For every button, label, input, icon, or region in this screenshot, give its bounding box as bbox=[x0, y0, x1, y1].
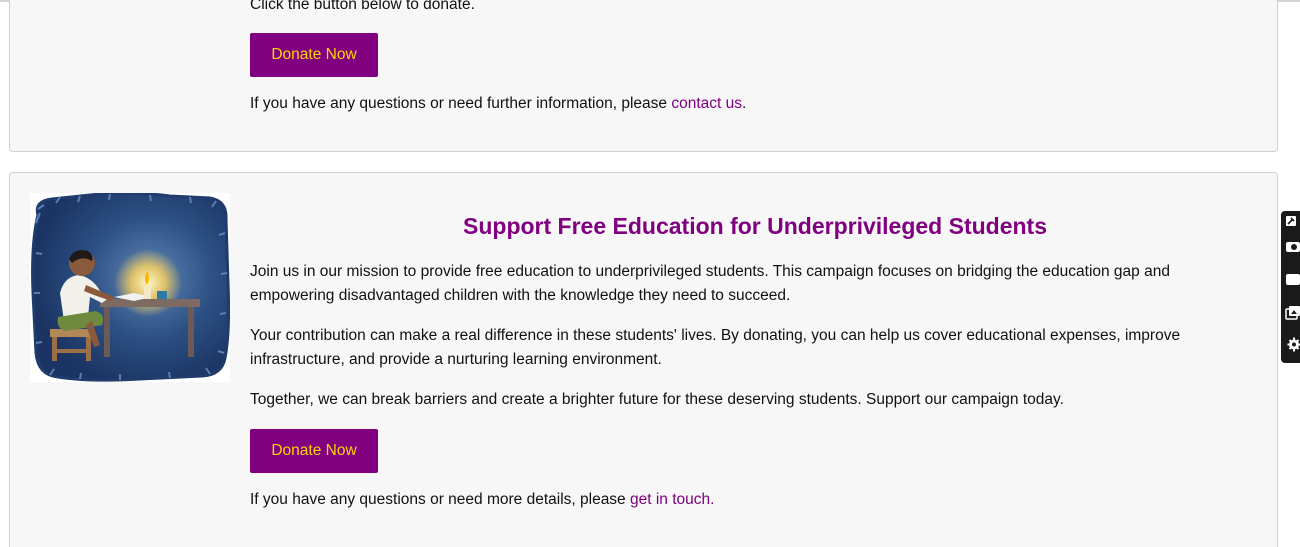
gear-icon[interactable] bbox=[1285, 337, 1300, 352]
get-in-touch-link[interactable]: get in touch. bbox=[630, 491, 714, 508]
window-icon[interactable] bbox=[1285, 272, 1300, 287]
page: Click the button below to donate. Donate… bbox=[0, 0, 1300, 547]
campaign-image bbox=[30, 191, 231, 382]
campaign-paragraph-2: Your contribution can make a real differ… bbox=[250, 327, 1181, 368]
contact-us-link[interactable]: contact us bbox=[671, 95, 742, 112]
donation-card-top: Click the button below to donate. Donate… bbox=[9, 0, 1278, 152]
child-studying-illustration bbox=[31, 191, 231, 382]
questions-period: . bbox=[742, 95, 747, 112]
campaign-card: Support Free Education for Underprivileg… bbox=[9, 172, 1278, 547]
details-text: If you have any questions or need more d… bbox=[250, 488, 714, 512]
details-text-label: If you have any questions or need more d… bbox=[250, 491, 630, 508]
donate-instructions: Click the button below to donate. bbox=[250, 0, 475, 13]
side-toolbar bbox=[1281, 211, 1300, 363]
camera-icon[interactable] bbox=[1285, 239, 1300, 254]
questions-text-label: If you have any questions or need furthe… bbox=[250, 95, 672, 112]
pin-icon[interactable] bbox=[1285, 214, 1300, 229]
gallery-icon[interactable] bbox=[1285, 305, 1300, 320]
donate-now-button-campaign[interactable]: Donate Now bbox=[250, 429, 378, 473]
donate-now-button[interactable]: Donate Now bbox=[250, 33, 378, 77]
campaign-paragraph-1: Join us in our mission to provide free e… bbox=[250, 263, 1170, 304]
campaign-paragraph-3: Together, we can break barriers and crea… bbox=[250, 391, 1064, 408]
campaign-title: Support Free Education for Underprivileg… bbox=[463, 213, 1047, 239]
questions-text: If you have any questions or need furthe… bbox=[250, 92, 746, 116]
